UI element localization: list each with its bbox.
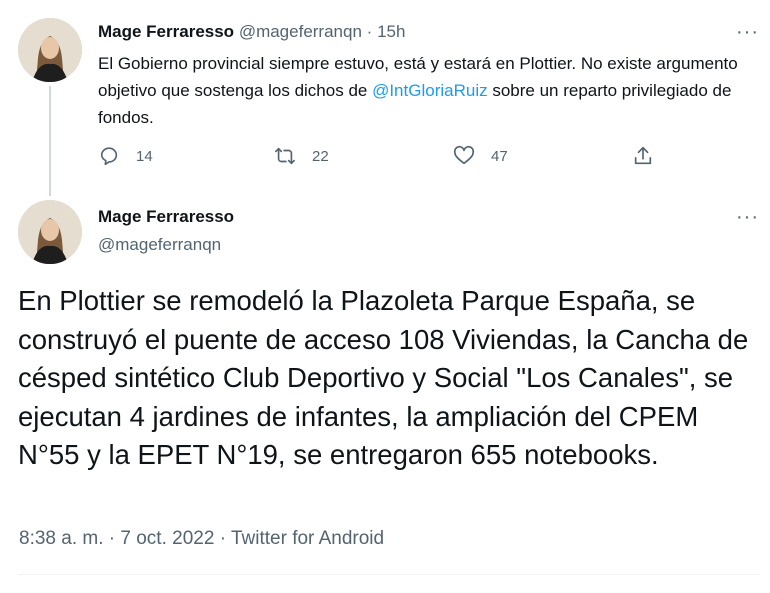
reply-icon (100, 147, 118, 166)
author-name[interactable]: Mage Ferraresso (98, 207, 234, 227)
reply-tweet-text: El Gobierno provincial siempre estuvo, e… (98, 50, 748, 131)
like-button[interactable]: 47 (453, 145, 508, 167)
tweet-actions: 14 22 47 (98, 145, 668, 169)
author-name[interactable]: Mage Ferraresso (98, 22, 234, 41)
divider (18, 574, 760, 575)
like-count: 47 (491, 147, 508, 165)
reply-tweet-header: Mage Ferraresso @mageferranqn · 15h (98, 22, 405, 42)
main-tweet-text: En Plottier se remodeló la Plazoleta Par… (18, 285, 749, 470)
client-link[interactable]: Twitter for Android (231, 528, 384, 549)
retweet-icon (275, 147, 295, 165)
separator: · (108, 528, 116, 549)
tweet-time[interactable]: 15h (377, 22, 405, 41)
avatar[interactable] (18, 200, 82, 264)
tweet-time[interactable]: 8:38 a. m. (19, 528, 104, 549)
like-icon (453, 145, 475, 165)
more-icon[interactable]: ··· (736, 22, 759, 42)
mention-link[interactable]: @IntGloriaRuiz (372, 81, 488, 100)
avatar[interactable] (18, 18, 82, 82)
more-icon[interactable]: ··· (736, 207, 759, 227)
retweet-count: 22 (312, 147, 329, 165)
avatar-photo (18, 18, 82, 82)
share-button[interactable] (632, 145, 654, 167)
retweet-button[interactable]: 22 (274, 145, 329, 167)
avatar-photo (18, 200, 82, 264)
author-handle[interactable]: @mageferranqn (239, 22, 362, 41)
tweet-date[interactable]: 7 oct. 2022 (120, 528, 214, 549)
share-icon (634, 146, 652, 165)
reply-button[interactable]: 14 (98, 145, 153, 167)
separator: · (366, 22, 373, 41)
reply-count: 14 (136, 147, 153, 165)
tweet-metadata: 8:38 a. m. · 7 oct. 2022 · Twitter for A… (19, 528, 384, 550)
author-handle[interactable]: @mageferranqn (98, 235, 221, 255)
thread-connector-line (49, 86, 51, 196)
separator: · (219, 528, 227, 549)
